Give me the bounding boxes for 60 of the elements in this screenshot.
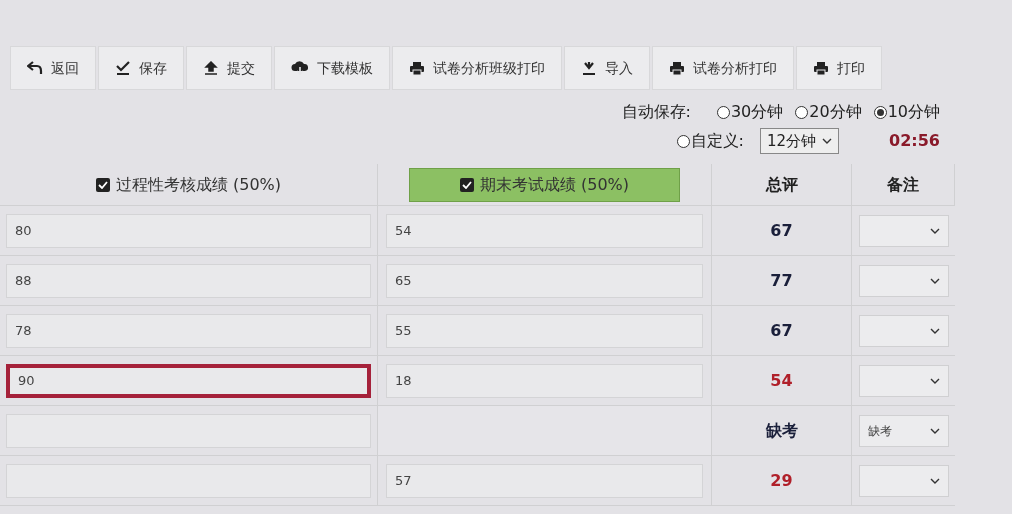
remark-dropdown[interactable]: [858, 264, 949, 297]
score-input[interactable]: 90: [6, 363, 371, 398]
countdown-timer: 02:56: [889, 130, 940, 152]
toolbar-button[interactable]: 保存: [98, 46, 184, 90]
toolbar-button[interactable]: 打印: [796, 46, 882, 90]
printer-icon: [409, 60, 425, 76]
chevron-down-icon: [929, 227, 940, 234]
score-input[interactable]: 54: [386, 213, 703, 248]
radio-button[interactable]: [873, 105, 887, 119]
autosave-label: 自动保存:: [621, 101, 691, 123]
interval-dropdown[interactable]: 12分钟: [759, 128, 840, 154]
score-input[interactable]: 88: [6, 263, 371, 298]
toolbar-button[interactable]: 提交: [186, 46, 272, 90]
score-input[interactable]: 57: [386, 463, 703, 498]
chevron-down-icon: [929, 477, 940, 484]
radio-label: 30分钟: [730, 101, 784, 123]
printer-icon: [669, 60, 685, 76]
toolbar-button[interactable]: 下载模板: [274, 46, 390, 90]
total-score: 54: [770, 369, 793, 392]
total-score: 67: [770, 219, 793, 242]
score-input[interactable]: 65: [386, 263, 703, 298]
score-input[interactable]: 18: [386, 363, 703, 398]
import-icon: [581, 61, 597, 75]
upload-icon: [203, 61, 219, 75]
total-score: 29: [770, 469, 793, 492]
radio-button[interactable]: [795, 105, 809, 119]
printer-icon: [813, 60, 829, 76]
column-header: 过程性考核成绩 (50%): [115, 173, 282, 196]
column-header: 总评: [765, 173, 798, 196]
column-header: 备注: [887, 173, 919, 196]
chevron-down-icon: [929, 427, 940, 434]
remark-dropdown[interactable]: [858, 464, 949, 497]
chevron-down-icon: [929, 377, 940, 384]
score-input[interactable]: 55: [386, 313, 703, 348]
total-score: 缺考: [765, 419, 798, 442]
chevron-down-icon: [822, 138, 833, 144]
radio-button[interactable]: [676, 134, 690, 148]
check-icon: [115, 61, 131, 75]
toolbar-button[interactable]: 返回: [10, 46, 96, 90]
checkbox[interactable]: [95, 177, 110, 192]
total-score: 67: [770, 319, 793, 342]
remark-dropdown[interactable]: [858, 364, 949, 397]
remark-dropdown[interactable]: 缺考: [858, 414, 949, 447]
back-arrow-icon: [27, 61, 43, 75]
score-input[interactable]: 78: [6, 313, 371, 348]
column-header: 期末考试成绩 (50%): [479, 173, 630, 196]
remark-dropdown[interactable]: [858, 314, 949, 347]
checkbox[interactable]: [459, 177, 474, 192]
total-score: 77: [770, 269, 793, 292]
radio-label: 自定义:: [690, 130, 744, 152]
radio-button[interactable]: [716, 105, 730, 119]
toolbar-button[interactable]: 试卷分析打印: [652, 46, 794, 90]
score-input[interactable]: 80: [6, 213, 371, 248]
toolbar-button[interactable]: 试卷分析班级打印: [392, 46, 562, 90]
toolbar-button[interactable]: 导入: [564, 46, 650, 90]
remark-dropdown[interactable]: [858, 214, 949, 247]
chevron-down-icon: [929, 327, 940, 334]
chevron-down-icon: [929, 277, 940, 284]
radio-label: 10分钟: [887, 101, 940, 123]
radio-label: 20分钟: [809, 101, 862, 123]
